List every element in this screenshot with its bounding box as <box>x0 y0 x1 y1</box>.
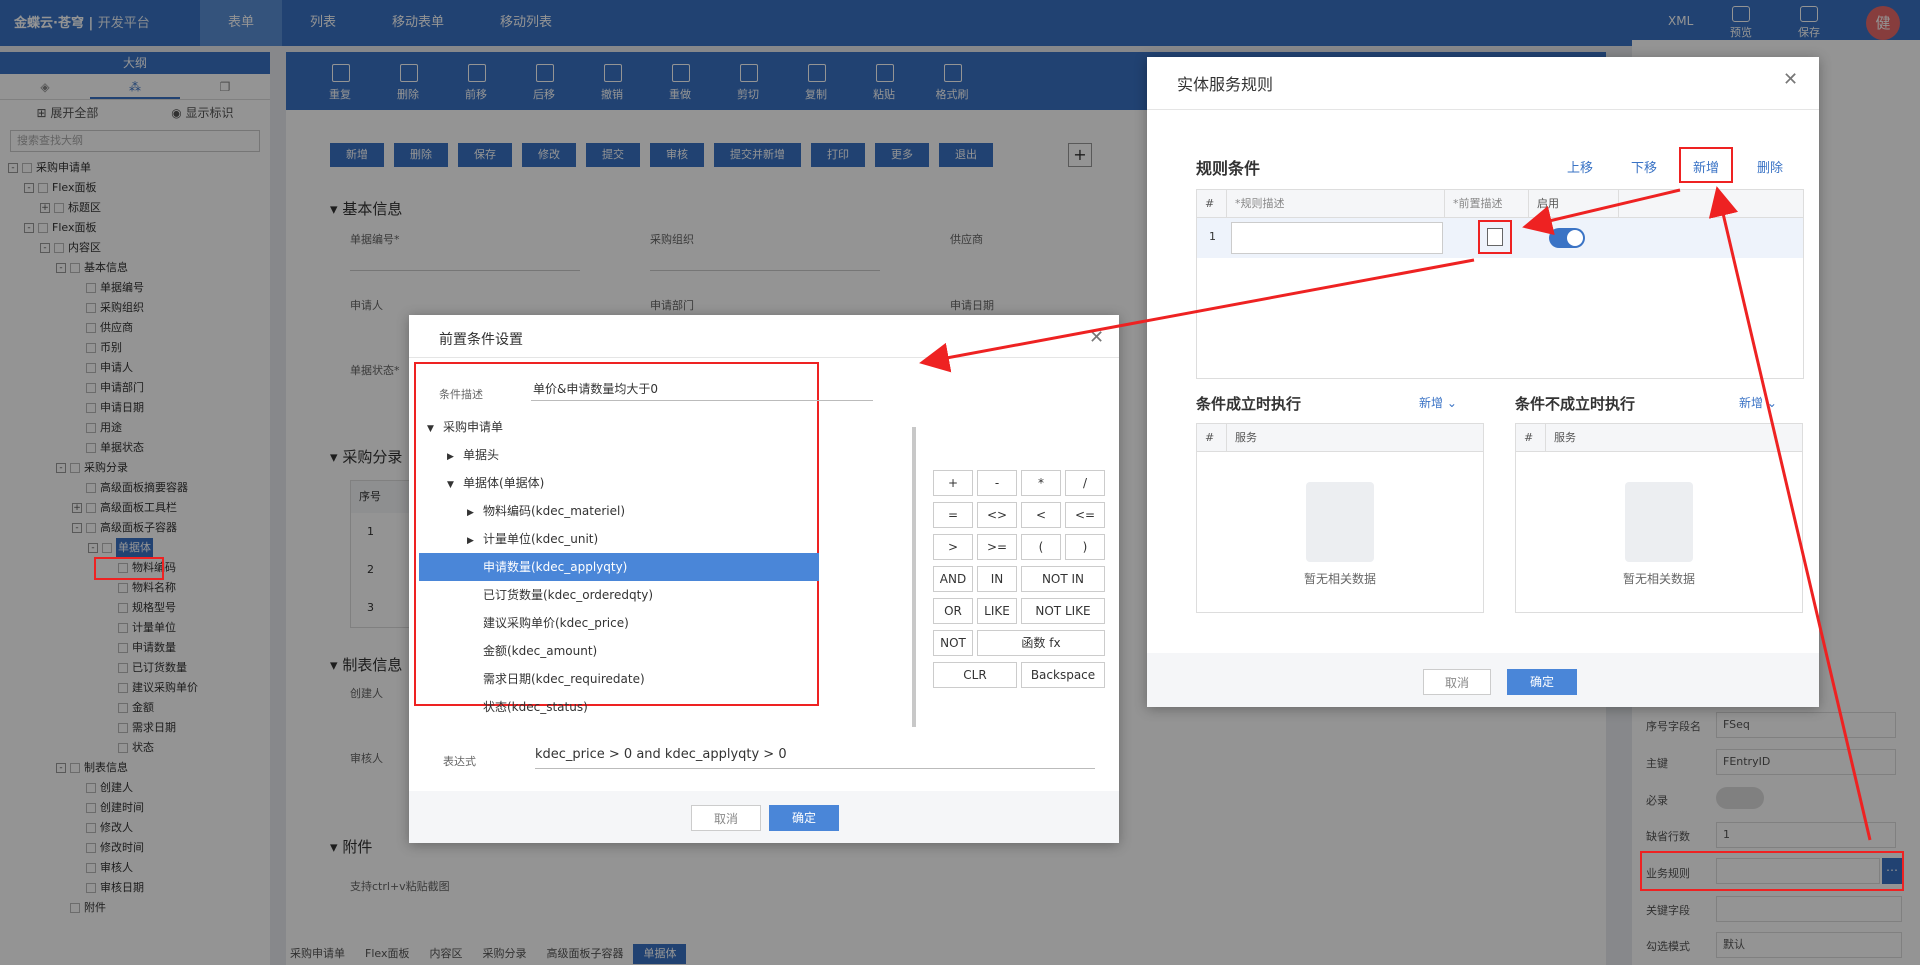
arrow-add-to-pre <box>1522 188 1681 236</box>
arrow-pre-to-dialog <box>919 258 1475 373</box>
annotation-arrows <box>919 186 1872 841</box>
arrow-rule-to-add <box>1708 186 1872 841</box>
